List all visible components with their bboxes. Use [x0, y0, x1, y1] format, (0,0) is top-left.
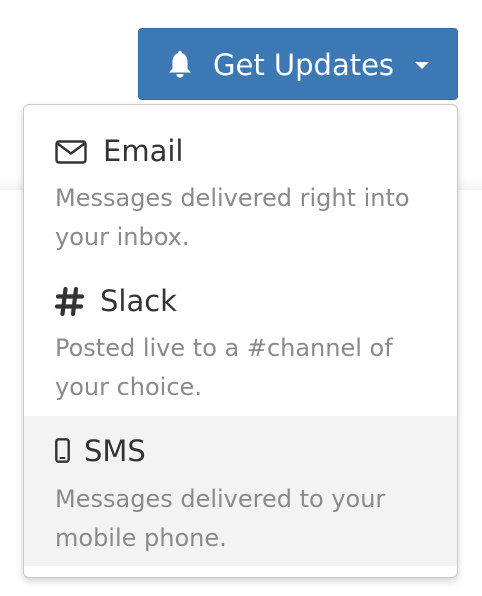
get-updates-label: Get Updates [213, 48, 395, 82]
hashtag-icon [55, 287, 84, 316]
option-slack-title: Slack [100, 284, 177, 318]
option-sms[interactable]: SMS Messages delivered to your mobile ph… [24, 416, 457, 566]
option-sms-description: Messages delivered to your mobile phone. [55, 485, 386, 552]
option-slack[interactable]: Slack Posted live to a #channel of your … [24, 263, 457, 416]
option-email-title: Email [103, 134, 184, 168]
option-sms-title: SMS [84, 434, 146, 468]
option-email[interactable]: Email Messages delivered right into your… [24, 105, 457, 263]
option-email-description: Messages delivered right into your inbox… [55, 184, 410, 251]
updates-dropdown-menu: Email Messages delivered right into your… [23, 104, 458, 578]
envelope-icon [55, 140, 87, 164]
mobile-phone-icon [55, 438, 70, 463]
get-updates-button[interactable]: Get Updates [138, 28, 458, 100]
caret-down-icon [415, 62, 429, 69]
option-slack-description: Posted live to a #channel of your choice… [55, 334, 393, 401]
bell-icon [169, 50, 191, 78]
